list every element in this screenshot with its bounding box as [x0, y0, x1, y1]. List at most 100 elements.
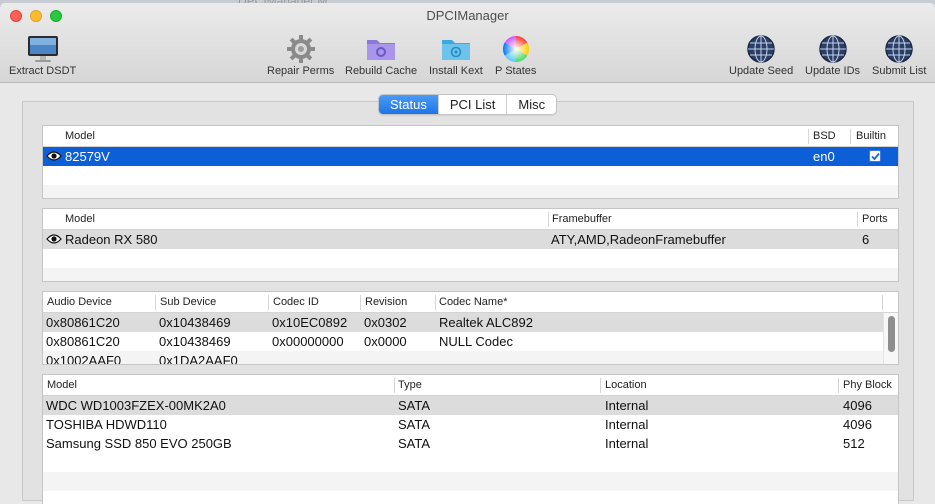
storage-location-cell: Internal [605, 417, 649, 432]
codec-id-cell: 0x10EC0892 [272, 315, 348, 330]
table-row[interactable]: Samsung SSD 850 EVO 250GB SATA Internal … [43, 434, 898, 453]
storage-phy-block-cell: 4096 [843, 417, 872, 432]
repair-perms-button[interactable]: Repair Perms [267, 33, 334, 77]
column-header-model[interactable]: Model [65, 130, 95, 142]
network-model-cell: 82579V [65, 149, 110, 164]
codec-name-cell: Realtek ALC892 [439, 315, 533, 330]
update-ids-label: Update IDs [805, 65, 861, 77]
tab-misc[interactable]: Misc [506, 95, 556, 114]
rebuild-cache-button[interactable]: Rebuild Cache [345, 33, 417, 77]
p-states-button[interactable]: P States [495, 33, 536, 77]
table-row-empty [43, 453, 898, 472]
revision-cell: 0x0000 [364, 334, 407, 349]
eye-icon[interactable] [46, 233, 62, 248]
color-wheel-icon [499, 33, 533, 65]
storage-table-header: Model Type Location Phy Block [43, 375, 898, 396]
column-header-builtin[interactable]: Builtin [856, 130, 886, 142]
storage-location-cell: Internal [605, 398, 649, 413]
gear-icon [284, 33, 318, 65]
table-row[interactable]: 0x1002AAF0 0x1DA2AAF0 [43, 351, 898, 365]
monitor-icon [26, 33, 60, 65]
revision-cell: 0x0302 [364, 315, 407, 330]
tab-pci-list[interactable]: PCI List [437, 95, 507, 114]
globe-icon [816, 33, 850, 65]
column-header-model[interactable]: Model [65, 213, 95, 225]
column-header-phy-block[interactable]: Phy Block [843, 379, 892, 391]
graphics-framebuffer-cell: ATY,AMD,RadeonFramebuffer [551, 232, 726, 247]
globe-icon [744, 33, 778, 65]
submit-list-label: Submit List [872, 65, 927, 77]
extract-dsdt-label: Extract DSDT [9, 65, 77, 77]
graphics-model-cell: Radeon RX 580 [65, 232, 158, 247]
codec-id-cell: 0x00000000 [272, 334, 344, 349]
column-header-revision[interactable]: Revision [365, 296, 407, 308]
table-row-empty [43, 166, 898, 185]
storage-location-cell: Internal [605, 436, 649, 451]
titlebar: DPCIManager Extract DSDT Repair Perms Re… [0, 3, 935, 83]
graphics-table-header: Model Framebuffer Ports [43, 209, 898, 230]
table-row[interactable]: Radeon RX 580 ATY,AMD,RadeonFramebuffer … [43, 230, 898, 249]
storage-model-cell: WDC WD1003FZEX-00MK2A0 [46, 398, 226, 413]
folder-icon [364, 33, 398, 65]
column-header-framebuffer[interactable]: Framebuffer [552, 213, 612, 225]
column-header-type[interactable]: Type [398, 379, 422, 391]
storage-model-cell: TOSHIBA HDWD110 [46, 417, 167, 432]
column-header-codec-id[interactable]: Codec ID [273, 296, 319, 308]
column-header-location[interactable]: Location [605, 379, 647, 391]
submit-list-button[interactable]: Submit List [872, 33, 926, 77]
tab-bar: Status PCI List Misc [378, 94, 558, 115]
table-row[interactable]: TOSHIBA HDWD110 SATA Internal 4096 [43, 415, 898, 434]
update-seed-button[interactable]: Update Seed [729, 33, 793, 77]
table-row-empty [43, 185, 898, 198]
update-seed-label: Update Seed [729, 65, 794, 77]
table-row-empty [43, 472, 898, 491]
update-ids-button[interactable]: Update IDs [805, 33, 860, 77]
builtin-checkbox[interactable] [869, 150, 881, 162]
storage-type-cell: SATA [398, 436, 431, 451]
p-states-label: P States [495, 65, 537, 77]
graphics-ports-cell: 6 [862, 232, 870, 247]
tab-status[interactable]: Status [379, 95, 438, 114]
column-header-model[interactable]: Model [47, 379, 77, 391]
audio-table-header: Audio Device Sub Device Codec ID Revisio… [43, 292, 898, 313]
column-header-ports[interactable]: Ports [862, 213, 888, 225]
audio-device-cell: 0x1002AAF0 [46, 353, 122, 365]
column-header-audio-device[interactable]: Audio Device [47, 296, 112, 308]
table-row-empty [43, 491, 898, 504]
storage-phy-block-cell: 4096 [843, 398, 872, 413]
audio-device-cell: 0x80861C20 [46, 334, 120, 349]
network-table: Model BSD Builtin 82579V en0 [42, 125, 899, 199]
sub-device-cell: 0x10438469 [159, 334, 231, 349]
folder-icon [439, 33, 473, 65]
storage-type-cell: SATA [398, 398, 431, 413]
table-row-empty [43, 268, 898, 281]
table-row[interactable]: 0x80861C20 0x10438469 0x00000000 0x0000 … [43, 332, 898, 351]
install-kext-label: Install Kext [429, 65, 483, 77]
audio-device-cell: 0x80861C20 [46, 315, 120, 330]
table-row[interactable]: 82579V en0 [43, 147, 898, 166]
install-kext-button[interactable]: Install Kext [429, 33, 483, 77]
table-row-empty [43, 249, 898, 268]
extract-dsdt-button[interactable]: Extract DSDT [9, 33, 76, 77]
column-header-sub-device[interactable]: Sub Device [160, 296, 216, 308]
rebuild-cache-label: Rebuild Cache [345, 65, 418, 77]
window-title: DPCIManager [426, 8, 509, 23]
network-table-header: Model BSD Builtin [43, 126, 898, 147]
graphics-table: Model Framebuffer Ports Radeon RX 580 AT… [42, 208, 899, 282]
repair-perms-label: Repair Perms [267, 65, 335, 77]
network-bsd-cell: en0 [813, 149, 835, 164]
column-header-bsd[interactable]: BSD [813, 130, 836, 142]
storage-table: Model Type Location Phy Block WDC WD1003… [42, 374, 899, 504]
sub-device-cell: 0x1DA2AAF0 [159, 353, 238, 365]
globe-icon [882, 33, 916, 65]
scrollbar-thumb[interactable] [888, 316, 895, 352]
table-row[interactable]: WDC WD1003FZEX-00MK2A0 SATA Internal 409… [43, 396, 898, 415]
codec-name-cell: NULL Codec [439, 334, 513, 349]
column-header-codec-name[interactable]: Codec Name* [439, 296, 507, 308]
table-row[interactable]: 0x80861C20 0x10438469 0x10EC0892 0x0302 … [43, 313, 898, 332]
storage-model-cell: Samsung SSD 850 EVO 250GB [46, 436, 232, 451]
sub-device-cell: 0x10438469 [159, 315, 231, 330]
storage-phy-block-cell: 512 [843, 436, 865, 451]
audio-table-scrollbar[interactable] [883, 313, 898, 364]
eye-icon[interactable] [46, 150, 62, 165]
